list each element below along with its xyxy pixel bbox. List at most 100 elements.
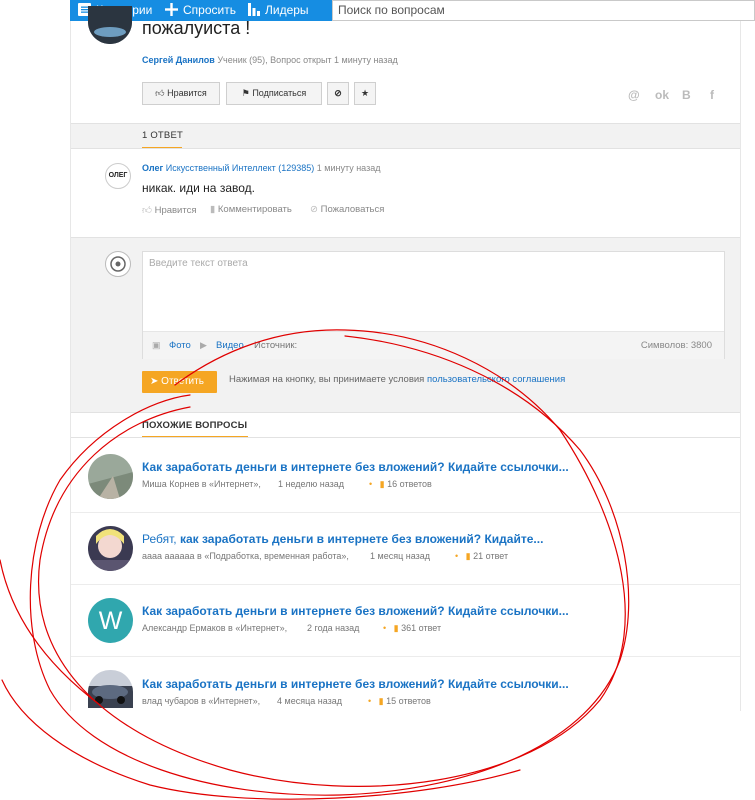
similar-item-avatar[interactable] [88, 454, 133, 499]
terms-text: Нажимая на кнопку, вы принимаете условия [229, 374, 425, 385]
similar-item-answers[interactable]: • ▮ 16 ответов [369, 479, 432, 490]
bullet-icon: • [369, 479, 373, 489]
answer-author-rank: Искусственный Интеллект (129385) [165, 163, 315, 173]
similar-item-author[interactable]: влад чубаров в «Интернет», [142, 696, 260, 706]
answer-complain-label: Пожаловаться [320, 204, 385, 215]
similar-item-time: 1 месяц назад [370, 551, 430, 561]
answer-textarea[interactable]: Введите текст ответа ▣ Фото ▶ Видео Исто… [142, 251, 725, 359]
photo-icon: ▣ [152, 340, 161, 350]
answer-comment-button[interactable]: ▮ Комментировать [210, 204, 292, 215]
answer-like-label: Нравится [154, 205, 197, 216]
question-meta-text: Ученик (95), Вопрос открыт 1 минуту наза… [217, 55, 398, 65]
nav-ask-label: Спросить [183, 3, 236, 17]
answers-count-title: 1 ОТВЕТ [142, 130, 183, 141]
answer-meta: Олег Искусственный Интеллект (129385) 1 … [142, 163, 380, 173]
similar-item-title-text: как заработать деньги в интернете без вл… [179, 532, 544, 546]
submit-answer-button[interactable]: ➤ Ответить [142, 371, 217, 393]
similar-item-title[interactable]: Как заработать деньги в интернете без вл… [142, 604, 569, 618]
similar-item-answers-count: 15 ответов [386, 696, 431, 706]
answer-complain-button[interactable]: ⊘ Пожаловаться [310, 204, 384, 215]
search-placeholder: Поиск по вопросам [338, 3, 445, 17]
content-right-border [740, 21, 741, 711]
share-vk-icon[interactable]: B [682, 88, 691, 102]
submit-answer-label: Ответить [161, 376, 204, 387]
question-title: пожалуиста ! [142, 18, 251, 38]
similar-item-time: 1 неделю назад [278, 479, 345, 489]
terms-link[interactable]: пользовательского соглашения [427, 374, 565, 385]
similar-item-answers-count: 21 ответ [473, 551, 509, 561]
answer-time: 1 минуту назад [316, 163, 381, 173]
bullet-icon: • [455, 551, 459, 561]
block-button[interactable]: ⊘ [327, 82, 349, 105]
question-author-avatar[interactable] [88, 6, 132, 44]
similar-item-title-text: Как заработать деньги в интернете без вл… [142, 604, 569, 618]
share-mail-icon[interactable]: @ [628, 88, 640, 102]
similar-questions-title: ПОХОЖИЕ ВОПРОСЫ [142, 420, 248, 431]
similar-item-author[interactable]: аааа аааааа в «Подработка, временная раб… [142, 551, 349, 561]
video-icon: ▶ [200, 340, 207, 350]
similar-item-answers[interactable]: • ▮ 361 ответ [383, 623, 441, 634]
comment-icon: ▮ [378, 696, 384, 706]
similar-item-answers[interactable]: • ▮ 21 ответ [455, 551, 508, 562]
similar-item-author[interactable]: Миша Корнев в «Интернет», [142, 479, 261, 489]
comment-icon: ▮ [393, 623, 399, 633]
subscribe-button[interactable]: ⚑ Подписаться [226, 82, 322, 105]
leaders-chart-icon [248, 3, 260, 17]
divider [71, 123, 740, 124]
similar-item-title[interactable]: Ребят, как заработать деньги в интернете… [142, 532, 543, 546]
like-button-label: Нравится [167, 88, 207, 98]
similar-item-title[interactable]: Как заработать деньги в интернете без вл… [142, 677, 569, 691]
attach-video-link[interactable]: Видео [216, 340, 244, 351]
answer-author-link[interactable]: Олег [142, 163, 163, 173]
nav-leaders[interactable]: Лидеры [248, 0, 309, 21]
answer-attachments-bar: ▣ Фото ▶ Видео Источник: Символов: 3800 [143, 331, 724, 359]
bookmark-icon: ⚑ [241, 88, 250, 98]
divider [71, 148, 740, 149]
answer-comment-label: Комментировать [217, 204, 292, 215]
similar-item-title-prefix: Ребят, [142, 532, 180, 546]
similar-item-time: 4 месяца назад [277, 696, 342, 706]
current-user-avatar[interactable] [105, 251, 131, 277]
similar-item-avatar[interactable] [88, 670, 133, 708]
similar-item-avatar[interactable] [88, 526, 133, 571]
share-ok-icon[interactable]: ok [655, 88, 669, 102]
avatar-letter: W [99, 607, 123, 635]
divider [71, 412, 740, 413]
bullet-icon: • [368, 696, 372, 706]
divider [71, 584, 740, 585]
similar-item-avatar[interactable]: W [88, 598, 133, 643]
thumb-up-icon: 👍︎ [142, 205, 152, 216]
similar-item-author[interactable]: Александр Ермаков в «Интернет», [142, 623, 287, 633]
thumb-up-icon: 👍︎ [155, 88, 165, 98]
similar-item-title[interactable]: Как заработать деньги в интернете без вл… [142, 460, 569, 474]
divider [71, 656, 740, 657]
comment-icon: ▮ [210, 204, 216, 215]
divider [71, 512, 740, 513]
source-field-label[interactable]: Источник: [254, 340, 297, 351]
char-counter: Символов: 3800 [640, 340, 712, 351]
answer-text: никак. иди на завод. [142, 181, 255, 195]
similar-item-answers[interactable]: • ▮ 15 ответов [368, 696, 431, 707]
favorite-button[interactable]: ★ [354, 82, 376, 105]
send-icon: ➤ [150, 376, 159, 387]
comment-icon: ▮ [465, 551, 471, 561]
answer-author-avatar[interactable]: ОЛЕГ [105, 163, 131, 189]
attach-photo-link[interactable]: Фото [169, 340, 191, 351]
terms-notice: Нажимая на кнопку, вы принимаете условия… [229, 374, 565, 385]
search-input[interactable]: Поиск по вопросам [332, 0, 755, 21]
subscribe-button-label: Подписаться [252, 88, 307, 98]
answer-like-button[interactable]: 👍︎ Нравится [142, 204, 197, 216]
similar-item-answers-count: 361 ответ [401, 623, 442, 633]
divider [71, 237, 740, 238]
question-meta: Сергей Данилов Ученик (95), Вопрос откры… [142, 55, 398, 65]
like-button[interactable]: 👍︎ Нравится [142, 82, 220, 105]
similar-item-title-text: Как заработать деньги в интернете без вл… [142, 460, 569, 474]
similar-item-answers-count: 16 ответов [387, 479, 432, 489]
answer-textarea-placeholder: Введите текст ответа [149, 258, 248, 269]
question-author-link[interactable]: Сергей Данилов [142, 55, 215, 65]
similar-item-time: 2 года назад [307, 623, 360, 633]
share-facebook-icon[interactable]: f [710, 88, 714, 102]
nav-leaders-label: Лидеры [265, 3, 309, 17]
divider [71, 437, 740, 438]
similar-item-title-text: Как заработать деньги в интернете без вл… [142, 677, 569, 691]
